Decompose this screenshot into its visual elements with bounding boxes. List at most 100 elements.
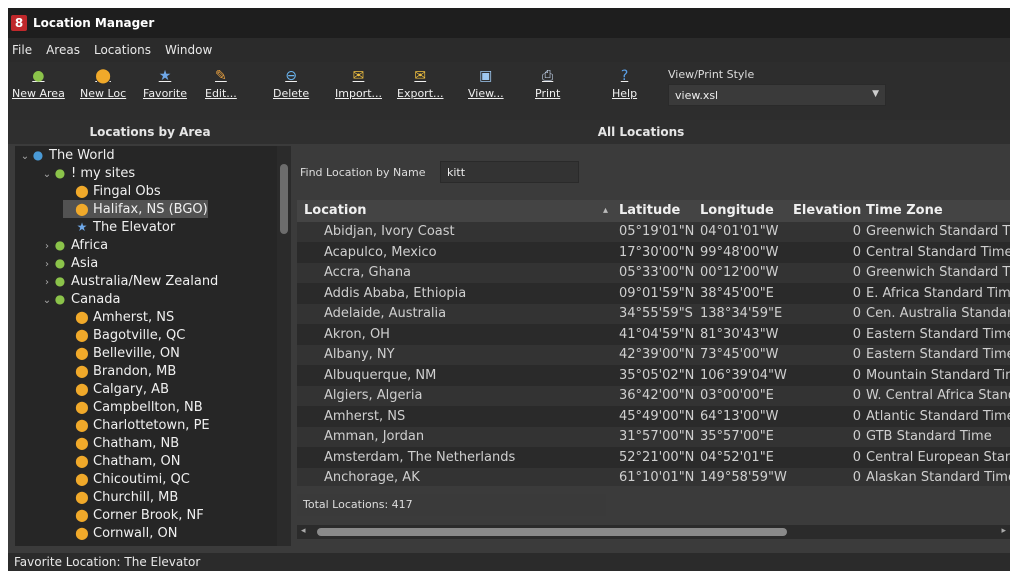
view-print-style-select[interactable]: view.xsl ▼	[668, 84, 886, 106]
cell-location: Acapulco, Mexico	[324, 244, 437, 260]
horizontal-scrollbar-thumb[interactable]	[317, 528, 787, 536]
table-row[interactable]: Albany, NY 42°39'00"N 73°45'00"W 0 Eastern S…	[297, 345, 1010, 365]
tree-scrollbar[interactable]	[277, 146, 291, 546]
delete-button[interactable]: ⊖ Delete	[273, 68, 309, 100]
tree-scrollbar-thumb[interactable]	[280, 164, 288, 234]
folder-icon: ●	[54, 292, 66, 306]
table-row[interactable]: Anchorage, AK 61°10'01"N 149°58'59"W 0 Alask…	[297, 468, 1010, 486]
cell-location: Adelaide, Australia	[324, 306, 447, 321]
print-button[interactable]: ⎙ Print	[535, 68, 560, 100]
cell-time-zone: Atlantic Standard Time	[866, 408, 1010, 424]
column-elevation[interactable]: Elevation	[793, 200, 861, 222]
pin-icon: ⬤	[75, 418, 89, 432]
expanded-chevron-icon[interactable]: ⌄	[41, 166, 53, 184]
pin-icon: ⬤	[75, 184, 89, 198]
tree-item[interactable]: ⬤ Halifax, NS (BGO)	[63, 200, 208, 218]
import-button[interactable]: ✉ Import...	[335, 68, 382, 100]
expanded-chevron-icon[interactable]: ⌄	[19, 148, 31, 166]
menu-file[interactable]: File	[12, 43, 32, 57]
window-title: Location Manager	[33, 16, 155, 30]
tree-item[interactable]: ⬤ Bagotville, QC	[63, 326, 185, 344]
table-row[interactable]: Addis Ababa, Ethiopia 09°01'59"N 38°45'00"…	[297, 284, 1010, 304]
favorite-button[interactable]: ★ Favorite	[143, 68, 187, 100]
pin-icon: ⬤	[75, 454, 89, 468]
cell-longitude: 81°30'43"W	[700, 326, 779, 342]
tree-item[interactable]: ⬤ Belleville, ON	[63, 344, 180, 362]
menu-areas[interactable]: Areas	[46, 43, 80, 57]
tree-item[interactable]: ⬤ Calgary, AB	[63, 380, 169, 398]
column-time-zone[interactable]: Time Zone	[866, 200, 943, 222]
tree-item[interactable]: ⬤ Chicoutimi, QC	[63, 470, 190, 488]
collapsed-chevron-icon[interactable]: ›	[41, 256, 53, 274]
pin-icon: ⬤	[75, 202, 89, 216]
tree-item[interactable]: ⌄ ● The World	[19, 146, 115, 164]
tree-item[interactable]: ⬤ Churchill, MB	[63, 488, 178, 506]
pin-icon: ⬤	[75, 400, 89, 414]
tree-item[interactable]: ⬤ Cornwall, ON	[63, 524, 177, 542]
table-row[interactable]: Amman, Jordan 31°57'00"N 35°57'00"E 0 GTB St…	[297, 427, 1010, 447]
tree-item-label: Asia	[71, 256, 99, 271]
column-longitude[interactable]: Longitude	[700, 200, 774, 222]
chevron-down-icon: ▼	[872, 89, 879, 99]
expanded-chevron-icon[interactable]: ⌄	[41, 292, 53, 310]
table-row[interactable]: Accra, Ghana 05°33'00"N 00°12'00"W 0 Greenwi…	[297, 263, 1010, 283]
pin-icon: ⬤	[75, 310, 89, 324]
view-button[interactable]: ▣ View...	[468, 68, 504, 100]
locations-table[interactable]: Abidjan, Ivory Coast 05°19'01"N 04°01'01"W…	[297, 222, 1010, 486]
tree-item[interactable]: ⌄ ● ! my sites	[41, 164, 135, 182]
export-button[interactable]: ✉ Export...	[397, 68, 444, 100]
area-tree[interactable]: ⬤ Cornwall, ON ⬤ Corner Brook, NF ⬤ Churchill…	[15, 146, 291, 546]
cell-latitude: 34°55'59"S	[619, 306, 693, 321]
tree-item[interactable]: ⬤ Brandon, MB	[63, 362, 176, 380]
tree-item[interactable]: › ● Asia	[41, 254, 98, 272]
tree-item[interactable]: ⬤ Corner Brook, NF	[63, 506, 203, 524]
cell-longitude: 64°13'00"W	[700, 408, 779, 424]
find-location-input[interactable]: kitt	[440, 161, 579, 183]
table-horizontal-scrollbar[interactable]: ◂ ▸	[297, 525, 1010, 539]
tree-item[interactable]: ⌄ ● Canada	[41, 290, 121, 310]
cell-longitude: 73°45'00"W	[700, 347, 779, 362]
tree-item[interactable]: ⬤ Campbellton, NB	[63, 398, 202, 416]
table-row[interactable]: Abidjan, Ivory Coast 05°19'01"N 04°01'01"W…	[297, 222, 1010, 242]
column-latitude[interactable]: Latitude	[619, 200, 680, 222]
tree-item[interactable]: ⬤ Chatham, NB	[63, 434, 179, 452]
table-row[interactable]: Adelaide, Australia 34°55'59"S 138°34'59"E…	[297, 304, 1010, 324]
scroll-left-icon[interactable]: ◂	[301, 526, 306, 536]
tree-item[interactable]: ⬤ Fingal Obs	[63, 182, 160, 200]
cell-latitude: 09°01'59"N	[619, 285, 695, 301]
app-window: 8 Location Manager File Areas Locations …	[8, 8, 1010, 571]
collapsed-chevron-icon[interactable]: ›	[41, 274, 53, 292]
help-icon: ?	[620, 68, 629, 84]
title-bar[interactable]: 8 Location Manager	[8, 8, 1010, 38]
table-row[interactable]: Algiers, Algeria 36°42'00"N 03°00'00"E 0 W. …	[297, 386, 1010, 406]
table-row[interactable]: Amsterdam, The Netherlands 52°21'00"N 04°5…	[297, 448, 1010, 468]
new-location-pin-icon: ⬤	[95, 68, 111, 84]
help-button[interactable]: ? Help	[612, 68, 637, 100]
new-location-button[interactable]: ⬤ New Loc	[80, 68, 126, 100]
edit-button[interactable]: ✎ Edit...	[205, 68, 237, 100]
table-row[interactable]: Albuquerque, NM 35°05'02"N 106°39'04"W 0 Mou…	[297, 366, 1010, 386]
menu-window[interactable]: Window	[165, 43, 212, 57]
tree-item[interactable]: ★ The Elevator	[63, 218, 176, 236]
new-area-button[interactable]: ● New Area	[12, 68, 65, 100]
menu-locations[interactable]: Locations	[94, 43, 151, 57]
tree-item[interactable]: › ● Africa	[41, 236, 108, 254]
table-row[interactable]: Acapulco, Mexico 17°30'00"N 99°48'00"W 0 Cen…	[297, 243, 1010, 263]
tree-item[interactable]: › ● Australia/New Zealand	[41, 272, 218, 290]
cell-location: Amherst, NS	[324, 408, 406, 424]
table-row[interactable]: Akron, OH 41°04'59"N 81°30'43"W 0 Eastern St…	[297, 325, 1010, 345]
tree-item[interactable]: ⬤ Amherst, NS	[63, 308, 174, 326]
cell-time-zone: Greenwich Standard Ti	[866, 265, 1010, 280]
scroll-right-icon[interactable]: ▸	[1001, 526, 1006, 536]
cell-latitude: 45°49'00"N	[619, 408, 695, 424]
collapsed-chevron-icon[interactable]: ›	[41, 238, 53, 256]
column-location[interactable]: Location	[304, 200, 367, 222]
new-area-icon: ●	[32, 68, 45, 84]
cell-time-zone: E. Africa Standard Time	[866, 285, 1010, 301]
edit-label: Edit...	[205, 87, 237, 100]
table-row[interactable]: Amherst, NS 45°49'00"N 64°13'00"W 0 Atlantic…	[297, 407, 1010, 427]
cell-longitude: 35°57'00"E	[700, 429, 774, 444]
tree-item[interactable]: ⬤ Chatham, ON	[63, 452, 180, 470]
cell-time-zone: Alaskan Standard Time	[866, 470, 1010, 485]
tree-item[interactable]: ⬤ Charlottetown, PE	[63, 416, 209, 434]
